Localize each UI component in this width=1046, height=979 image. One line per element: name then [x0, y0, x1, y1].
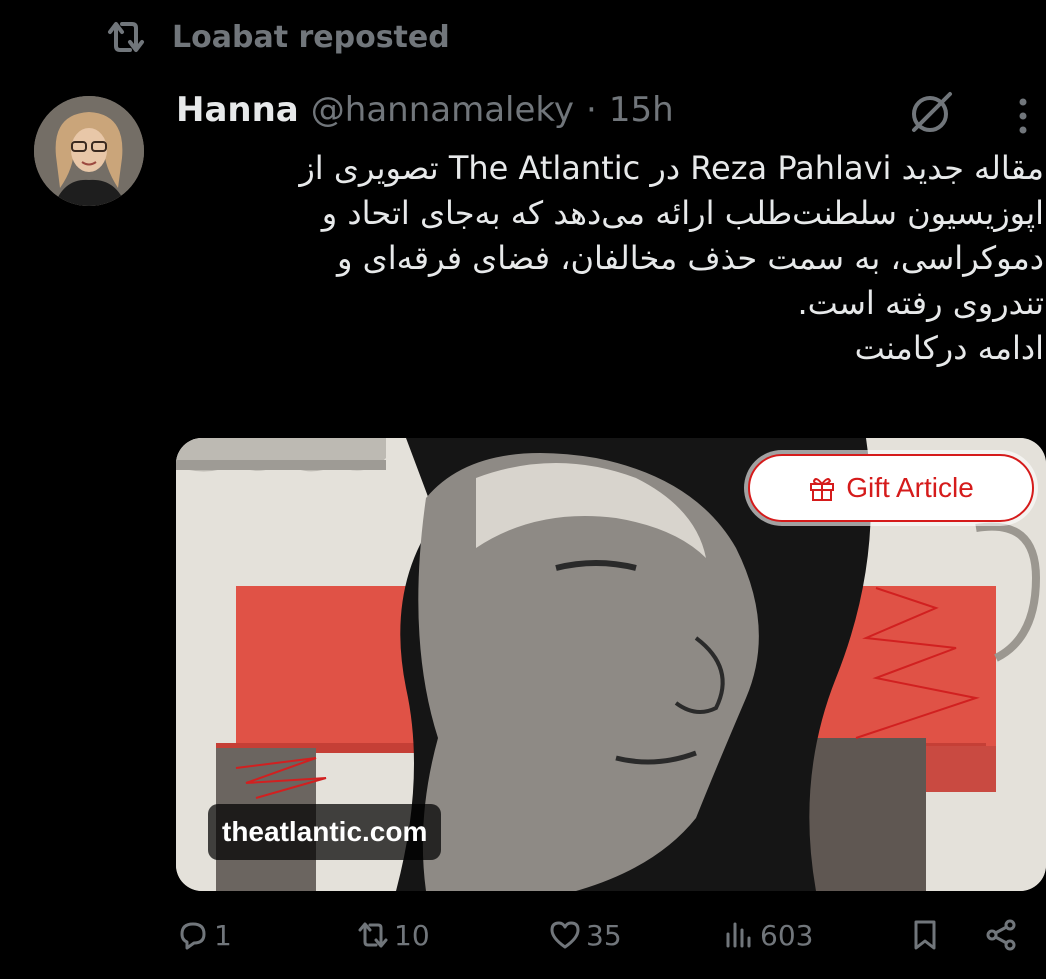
author-name[interactable]: Hanna: [176, 90, 299, 130]
gift-article-button[interactable]: Gift Article: [748, 454, 1034, 522]
reply-button[interactable]: 1: [176, 918, 232, 952]
tweet-line: اپوزیسیون سلطنت‌طلب ارائه می‌دهد که به‌ج…: [321, 194, 1044, 232]
gift-article-label: Gift Article: [846, 472, 974, 503]
repost-button[interactable]: 10: [356, 918, 430, 952]
gift-icon: [810, 478, 835, 501]
tweet-line: مقاله جدید Reza Pahlavi در The Atlantic …: [299, 149, 1044, 187]
link-card[interactable]: Gift Article theatlantic.com: [176, 438, 1046, 891]
like-count: 35: [586, 918, 622, 952]
link-domain: theatlantic.com: [222, 816, 428, 847]
reply-icon: [180, 922, 206, 950]
avatar[interactable]: [34, 96, 144, 206]
more-options-icon[interactable]: [1012, 96, 1034, 136]
timestamp[interactable]: 15h: [609, 90, 674, 130]
repost-header[interactable]: Loabat reposted: [104, 18, 450, 56]
tweet-line: دموکراسی، به سمت حذف مخالفان، فضای فرقه‌…: [337, 239, 1044, 277]
view-count: 603: [760, 918, 814, 952]
views-icon: [726, 922, 751, 948]
author-handle[interactable]: @hannamaleky: [311, 90, 574, 130]
share-icon: [986, 919, 1016, 951]
repost-label[interactable]: Loabat reposted: [172, 20, 450, 55]
tweet-line[interactable]: ادامه درکامنت: [176, 326, 1044, 371]
repost-count: 10: [394, 918, 430, 952]
tweet-line: تندروی رفته است.: [797, 284, 1044, 322]
bookmark-button[interactable]: [908, 918, 942, 952]
like-button[interactable]: 35: [548, 918, 622, 952]
tweet-actions-bar: 1 10 35 603: [0, 918, 1046, 974]
share-button[interactable]: [984, 918, 1018, 952]
heart-icon: [550, 921, 580, 949]
reply-count: 1: [214, 918, 232, 952]
repost-icon: [108, 22, 144, 52]
link-domain-badge: theatlantic.com: [208, 804, 442, 860]
tweet-text: مقاله جدید Reza Pahlavi در The Atlantic …: [176, 146, 1044, 371]
bookmark-icon: [914, 920, 936, 950]
views-button[interactable]: 603: [722, 918, 813, 952]
tweet-header: Hanna @hannamaleky · 15h: [176, 90, 674, 130]
repost-icon: [358, 922, 388, 948]
grok-icon[interactable]: [906, 88, 956, 138]
separator-dot: ·: [586, 90, 597, 130]
